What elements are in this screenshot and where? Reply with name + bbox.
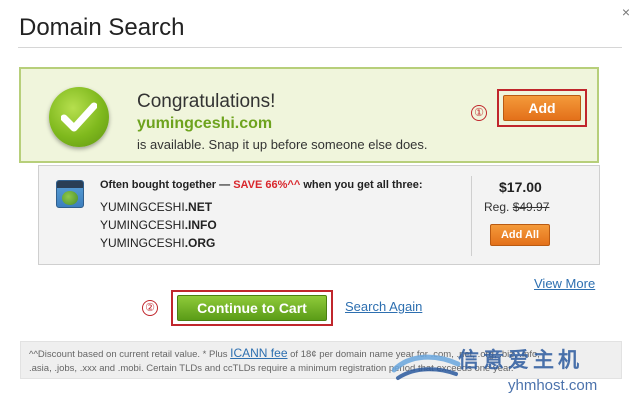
bundle-trail: when you get all three: xyxy=(300,179,423,191)
watermark-logo-icon xyxy=(392,354,461,380)
continue-highlight: Continue to Cart xyxy=(171,290,333,326)
step-two-marker: ② xyxy=(142,300,158,316)
site-watermark: 信意爱主机 yhmhost.com xyxy=(388,340,628,400)
watermark-url: yhmhost.com xyxy=(508,377,598,394)
bundle-price: $17.00 xyxy=(499,179,542,195)
bundle-headline: Often bought together — SAVE 66%^^ when … xyxy=(100,179,423,191)
regular-price: Reg. $49.97 xyxy=(484,200,550,214)
close-icon[interactable]: × xyxy=(622,4,630,20)
checkmark-icon xyxy=(49,87,109,147)
bundle-item: YUMINGCESHI.INFO xyxy=(100,218,217,232)
availability-panel: Congratulations! yumingceshi.com is avai… xyxy=(19,67,599,163)
dialog-title: Domain Search xyxy=(19,14,185,41)
icann-fee-link[interactable]: ICANN fee xyxy=(230,346,287,360)
continue-to-cart-button[interactable]: Continue to Cart xyxy=(177,295,327,321)
step-one-marker: ① xyxy=(471,105,487,121)
bundle-lead: Often bought together — xyxy=(100,179,234,191)
congratulations-heading: Congratulations! xyxy=(137,91,276,112)
bundle-item: YUMINGCESHI.NET xyxy=(100,200,213,214)
view-more-link[interactable]: View More xyxy=(534,276,595,291)
globe-icon xyxy=(56,180,84,208)
search-again-link[interactable]: Search Again xyxy=(345,299,422,314)
add-all-button[interactable]: Add All xyxy=(490,224,550,246)
add-highlight: Add xyxy=(497,89,587,127)
bundle-savings: SAVE 66%^^ xyxy=(233,179,301,191)
availability-message: is available. Snap it up before someone … xyxy=(137,137,428,152)
add-button[interactable]: Add xyxy=(503,95,581,121)
domain-search-dialog: Domain Search × Congratulations! yumingc… xyxy=(0,0,640,400)
title-divider xyxy=(18,47,622,48)
watermark-text: 信意爱主机 xyxy=(458,348,583,372)
bundle-divider xyxy=(471,176,472,256)
bundle-offer-panel: Often bought together — SAVE 66%^^ when … xyxy=(38,165,600,265)
available-domain: yumingceshi.com xyxy=(137,115,273,132)
bundle-item: YUMINGCESHI.ORG xyxy=(100,236,216,250)
